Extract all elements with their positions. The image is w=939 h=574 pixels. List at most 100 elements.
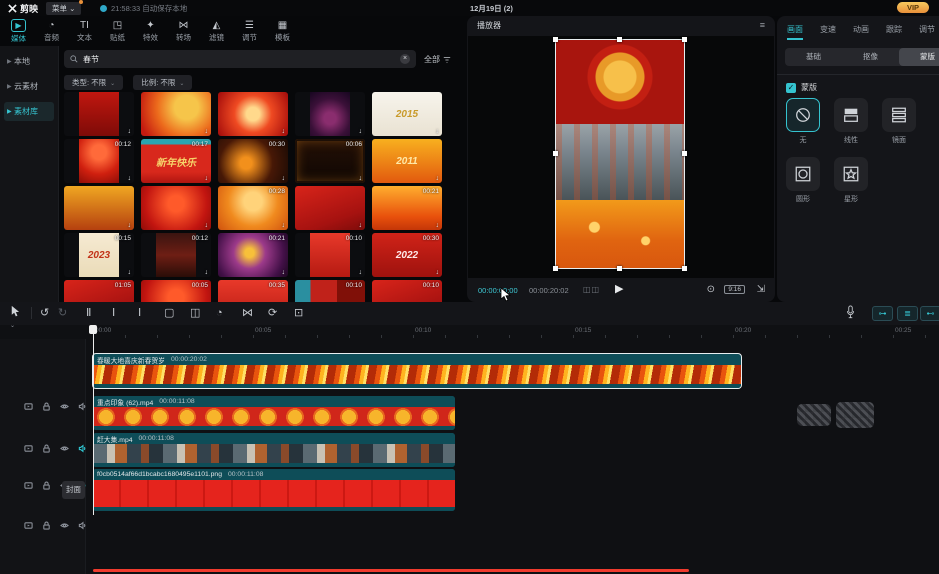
mask-option-none[interactable]: 无 xyxy=(786,98,820,145)
media-thumbnail[interactable]: ↓ xyxy=(295,186,365,230)
media-thumbnail[interactable]: ↓ xyxy=(64,92,134,136)
player-menu-icon[interactable]: ≡ xyxy=(760,20,765,30)
split-view-icon[interactable]: ◫◫ xyxy=(583,285,600,294)
media-thumbnail[interactable]: 00:06↓ xyxy=(295,139,365,183)
toolbar-item-text[interactable]: TI文本 xyxy=(68,17,101,46)
fit-canvas-icon[interactable]: ⊙ xyxy=(707,284,715,295)
download-icon[interactable]: ↓ xyxy=(436,175,440,182)
timeline-clip[interactable]: 春暖大地喜庆新春贺岁00:00:20:02 xyxy=(93,354,741,388)
media-thumbnail[interactable]: 00:10↓ xyxy=(295,233,365,277)
tab-动画[interactable]: 动画 xyxy=(853,24,869,40)
filter-chip-0[interactable]: 类型: 不限⌄ xyxy=(64,75,123,90)
crop-tool[interactable]: ⊡ xyxy=(294,305,303,321)
speaker-icon[interactable] xyxy=(78,402,87,411)
playhead[interactable] xyxy=(93,325,94,515)
mirror-tool[interactable]: ⋈ xyxy=(242,305,253,321)
linkage-toggle[interactable]: ≣ xyxy=(897,306,918,321)
timeline-ruler[interactable]: 00:0000:0500:1000:1500:2000:25 xyxy=(85,325,939,339)
mic-icon[interactable] xyxy=(846,305,855,319)
media-thumbnail[interactable]: 00:10↓ xyxy=(372,280,442,303)
vip-badge[interactable]: VIP xyxy=(897,2,929,13)
download-icon[interactable]: ↓ xyxy=(359,269,363,276)
selection-handle[interactable] xyxy=(617,37,622,42)
preview-video[interactable] xyxy=(556,40,684,268)
filter-chip-1[interactable]: 比例: 不限⌄ xyxy=(133,75,192,90)
undo-tool[interactable]: ↺ xyxy=(40,305,49,321)
download-icon[interactable]: ↓ xyxy=(436,222,440,229)
toolbar-item-audio[interactable]: ◔音频 xyxy=(35,17,68,46)
media-thumbnail[interactable]: 2015↓ xyxy=(372,92,442,136)
cover-button[interactable]: 封面 xyxy=(62,481,85,499)
mask-option-star[interactable]: 星形 xyxy=(834,157,868,204)
tab-变速[interactable]: 变速 xyxy=(820,24,836,40)
download-icon[interactable]: ↓ xyxy=(359,175,363,182)
tab-调节[interactable]: 调节 xyxy=(919,24,935,40)
lock-icon[interactable] xyxy=(42,481,51,490)
download-icon[interactable]: ↓ xyxy=(282,269,286,276)
snap-toggle[interactable]: ⊶ xyxy=(872,306,893,321)
lock-icon[interactable] xyxy=(42,402,51,411)
media-thumbnail[interactable]: 00:35↓ xyxy=(218,280,288,303)
speaker-icon[interactable] xyxy=(78,521,87,530)
toolbar-item-transition[interactable]: ⋈转场 xyxy=(167,17,200,46)
subtab-蒙版[interactable]: 蒙版 xyxy=(899,48,939,66)
search-clear-button[interactable]: × xyxy=(400,54,410,64)
media-thumbnail[interactable]: ↓ xyxy=(218,92,288,136)
download-icon[interactable]: ↓ xyxy=(282,175,286,182)
download-icon[interactable]: ↓ xyxy=(359,128,363,135)
selection-handle[interactable] xyxy=(682,266,687,271)
select-tool[interactable]: ⌄ xyxy=(10,305,20,334)
search-input[interactable]: 春节 × xyxy=(64,50,416,68)
subtab-基础[interactable]: 基础 xyxy=(785,48,842,66)
download-icon[interactable]: ↓ xyxy=(128,222,132,229)
toolbar-item-templates[interactable]: ▦模板 xyxy=(266,17,299,46)
freeze-tool[interactable]: ◫ xyxy=(190,305,200,321)
speaker-icon[interactable] xyxy=(78,444,87,453)
toolbar-item-media[interactable]: ▶媒体 xyxy=(2,17,35,46)
download-icon[interactable]: ↓ xyxy=(436,128,440,135)
redo-tool[interactable]: ↻ xyxy=(58,305,67,321)
mask-option-linear[interactable]: 线性 xyxy=(834,98,868,145)
type-icon[interactable] xyxy=(24,444,33,453)
toolbar-item-effects[interactable]: ✦特效 xyxy=(134,17,167,46)
lock-icon[interactable] xyxy=(42,444,51,453)
delete-tool[interactable]: ▢ xyxy=(164,305,174,321)
media-thumbnail[interactable]: 00:21↓ xyxy=(218,233,288,277)
play-button[interactable]: ▶ xyxy=(615,282,623,295)
preview-axis-toggle[interactable]: ⊷ xyxy=(920,306,939,321)
delete-left-tool[interactable]: Ⅰ xyxy=(112,305,115,321)
delete-right-tool[interactable]: Ⅰ xyxy=(138,305,141,321)
reverse-tool[interactable]: ◔ xyxy=(216,305,223,321)
media-thumbnail[interactable]: 00:10↓ xyxy=(295,280,365,303)
media-thumbnail[interactable]: 00:05↓ xyxy=(141,280,211,303)
media-thumbnail[interactable]: 新年快乐00:17↓ xyxy=(141,139,211,183)
download-icon[interactable]: ↓ xyxy=(282,222,286,229)
download-icon[interactable]: ↓ xyxy=(128,175,132,182)
timeline-clip[interactable]: 赶大集.mp400:00:11:08 xyxy=(93,433,455,467)
type-icon[interactable] xyxy=(24,521,33,530)
selection-handle[interactable] xyxy=(682,37,687,42)
menu-button[interactable]: 菜单 ⌄ xyxy=(46,2,81,15)
media-thumbnail[interactable]: 202300:15↓ xyxy=(64,233,134,277)
download-icon[interactable]: ↓ xyxy=(128,128,132,135)
media-thumbnail[interactable]: 00:30↓ xyxy=(218,139,288,183)
media-thumbnail[interactable]: ↓ xyxy=(141,92,211,136)
type-icon[interactable] xyxy=(24,402,33,411)
selection-handle[interactable] xyxy=(553,37,558,42)
selection-handle[interactable] xyxy=(553,151,558,156)
download-icon[interactable]: ↓ xyxy=(359,222,363,229)
fullscreen-icon[interactable]: ⇲ xyxy=(757,284,765,295)
media-thumbnail[interactable]: ↓ xyxy=(141,186,211,230)
selection-handle[interactable] xyxy=(617,266,622,271)
media-thumbnail[interactable]: 00:21↓ xyxy=(372,186,442,230)
lock-icon[interactable] xyxy=(42,521,51,530)
download-icon[interactable]: ↓ xyxy=(128,269,132,276)
download-icon[interactable]: ↓ xyxy=(205,128,209,135)
media-thumbnail[interactable]: 00:12↓ xyxy=(64,139,134,183)
download-icon[interactable]: ↓ xyxy=(205,269,209,276)
tab-跟踪[interactable]: 跟踪 xyxy=(886,24,902,40)
type-icon[interactable] xyxy=(24,481,33,490)
download-icon[interactable]: ↓ xyxy=(436,269,440,276)
playhead-handle[interactable] xyxy=(89,325,97,334)
download-icon[interactable]: ↓ xyxy=(205,222,209,229)
